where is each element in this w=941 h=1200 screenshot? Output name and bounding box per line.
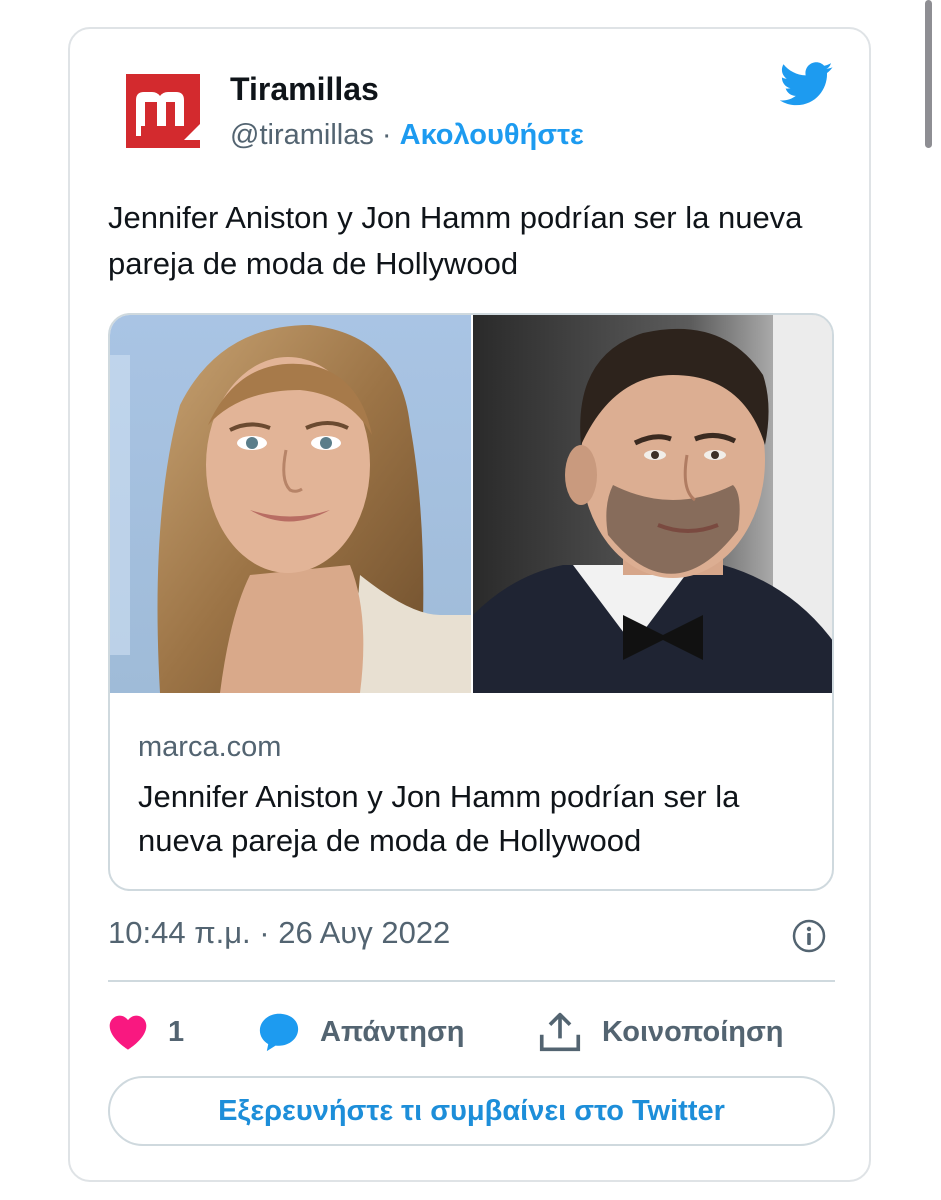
reply-button[interactable]: Απάντηση xyxy=(258,1004,465,1060)
tweet-text: Jennifer Aniston y Jon Hamm podrían ser … xyxy=(108,200,803,281)
author-handle[interactable]: @tiramillas xyxy=(230,119,374,151)
scrollbar[interactable] xyxy=(925,0,932,148)
actions-divider xyxy=(108,980,835,982)
link-preview-card[interactable]: marca.com Jennifer Aniston y Jon Hamm po… xyxy=(108,313,834,891)
tweet-timestamp[interactable]: 10:44 π.μ. · 26 Αυγ 2022 xyxy=(108,913,450,953)
share-button[interactable]: Κοινοποίηση xyxy=(538,1004,784,1060)
share-upload-icon xyxy=(539,1012,581,1052)
author-handle-row: @tiramillas · Ακολουθήστε xyxy=(230,116,584,154)
handle-separator: · xyxy=(381,119,392,151)
speech-bubble-icon xyxy=(259,1013,299,1052)
twitter-bird-icon[interactable] xyxy=(779,62,834,111)
explore-twitter-button[interactable]: Εξερευνήστε τι συμβαίνει στο Twitter xyxy=(108,1076,835,1146)
like-count: 1 xyxy=(168,1015,185,1048)
reply-label: Απάντηση xyxy=(320,1015,465,1048)
tweet-actions: 1 Απάντηση Κοινοποίηση xyxy=(108,1004,835,1060)
tweet-embed-card: Tiramillas @tiramillas · Ακολουθήστε Jen… xyxy=(68,27,871,1182)
share-label: Κοινοποίηση xyxy=(602,1015,784,1048)
author-name[interactable]: Tiramillas xyxy=(230,69,379,109)
tiramillas-logo-icon xyxy=(126,74,200,148)
link-title: Jennifer Aniston y Jon Hamm podrían ser … xyxy=(138,779,740,858)
info-icon[interactable] xyxy=(792,919,826,958)
link-domain: marca.com xyxy=(138,731,282,763)
avatar[interactable] xyxy=(126,74,200,148)
follow-button[interactable]: Ακολουθήστε xyxy=(400,119,584,151)
link-preview-image-right xyxy=(473,315,832,693)
like-button[interactable]: 1 xyxy=(108,1004,184,1060)
heart-icon xyxy=(109,1015,147,1050)
link-preview-image-left xyxy=(110,315,471,693)
